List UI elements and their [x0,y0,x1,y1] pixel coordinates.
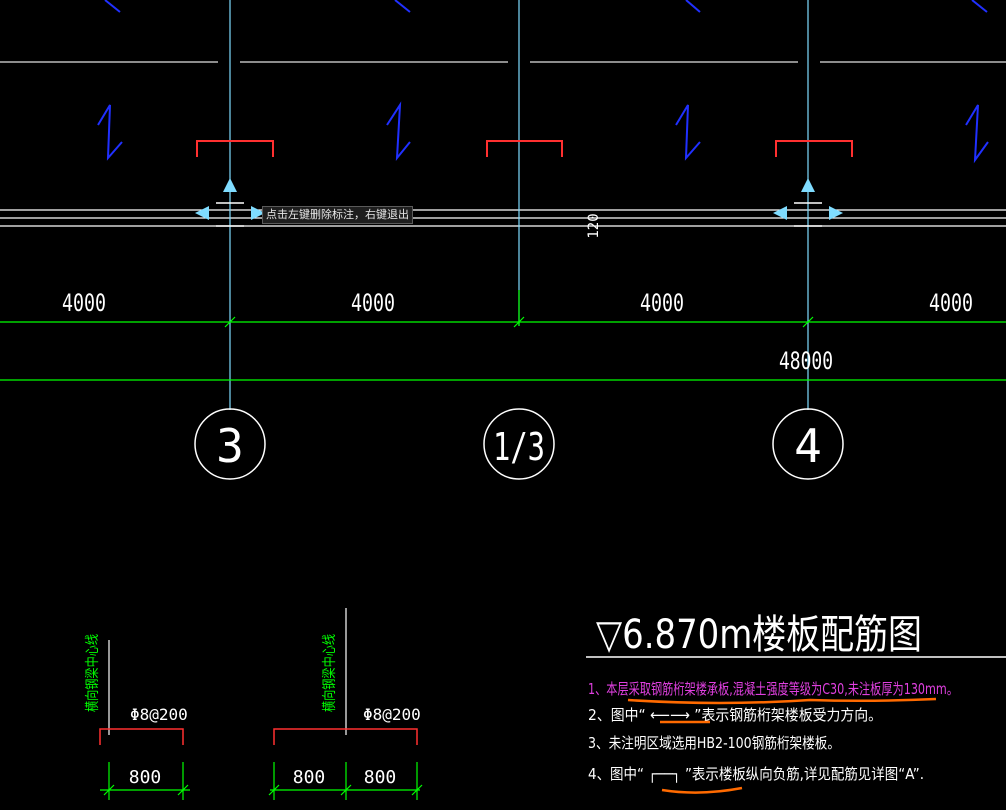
command-tooltip: 点击左键删除标注，右键退出 [262,206,413,224]
note-2: 2、图中“ ⟵⟶ ”表示钢筋桁架楼板受力方向。 [588,706,882,724]
negative-rebar-marks [196,140,853,157]
slab-direction-markers [97,0,989,164]
detail-dimension: 800 [129,767,162,788]
detail-2: 横向钢梁中心线 Φ8@200 800 800 [268,608,423,800]
note-3: 3、未注明区域选用HB2-100钢筋桁架楼板。 [588,734,840,752]
axis-bubble-4: 4 [772,408,844,480]
detail-dimension: 800 [364,767,397,788]
beam-centerline-label: 横向钢梁中心线 [322,634,338,712]
axis-bubble-label: 4 [794,419,822,473]
axis-bubble-1-3: 1/3 [483,408,555,480]
note-4: 4、图中“ ┌──┐ ”表示楼板纵向负筋,详见配筋见详图“A”. [588,765,924,783]
main-beam-lines [0,209,1006,227]
span-dimension-2: 4000 [351,289,395,317]
beam-centerline-label: 横向钢梁中心线 [85,634,101,712]
axis-bubble-3: 3 [194,408,266,480]
rebar-spec: Φ8@200 [363,705,421,724]
note-1: 1、本层采取钢筋桁架楼承板,混凝土强度等级为C30,未注板厚为130mm。 [588,680,958,698]
dimension-lines [0,290,1006,381]
drawing-title: ▽6.870m楼板配筋图 [596,612,922,658]
detail-dimension: 800 [293,767,326,788]
span-dimension-4: 4000 [929,289,973,317]
cad-drawing-canvas[interactable]: 120 4000 4000 4000 4000 48000 3 1/3 4 ▽6… [0,0,1006,810]
axis-bubble-label: 3 [216,419,244,473]
axis-bubble-label: 1/3 [493,425,545,469]
slab-thickness-label: 120 [586,213,602,238]
total-dimension: 48000 [779,347,833,375]
detail-1: 横向钢梁中心线 Φ8@200 800 [85,634,190,800]
rebar-spec: Φ8@200 [130,705,188,724]
span-dimension-3: 4000 [640,289,684,317]
span-dimension-1: 4000 [62,289,106,317]
